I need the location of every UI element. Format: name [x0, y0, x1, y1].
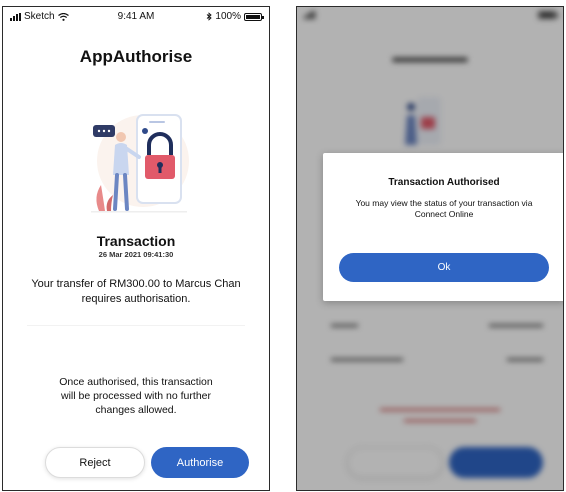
dialog-message: You may view the status of your transact…	[355, 198, 533, 219]
authorise-button[interactable]: Authorise	[151, 447, 249, 478]
transaction-message: Your transfer of RM300.00 to Marcus Chan…	[31, 278, 241, 305]
transaction-title: Transaction	[96, 233, 176, 249]
confirmation-dialog: Transaction Authorised You may view the …	[323, 153, 563, 301]
phone-screen-authorise: Sketch 9:41 AM 100% AppAuthorise Transac…	[2, 6, 270, 491]
dialog-title: Transaction Authorised	[388, 177, 500, 188]
reject-button[interactable]: Reject	[45, 447, 145, 478]
battery-icon	[244, 12, 264, 21]
authorisation-note: Once authorised, this transaction will b…	[59, 376, 213, 416]
phone-screen-authorised-dialog: ▬▬▬▬▬ ▬▬▬ ▬▬▬▬▬▬ ▬▬▬▬▬▬▬▬ ▬▬▬▬ ▬▬▬▬▬▬▬▬▬▬▬…	[296, 6, 564, 491]
bluetooth-icon	[207, 12, 213, 21]
lock-illustration-icon	[91, 114, 189, 213]
app-title: AppAuthorise	[79, 47, 193, 66]
status-bar: Sketch 9:41 AM 100%	[3, 7, 269, 27]
battery-percent: 100%	[215, 11, 241, 22]
divider	[27, 325, 245, 326]
transaction-date: 26 Mar 2021 09:41:30	[98, 250, 174, 259]
ok-button[interactable]: Ok	[339, 253, 549, 282]
